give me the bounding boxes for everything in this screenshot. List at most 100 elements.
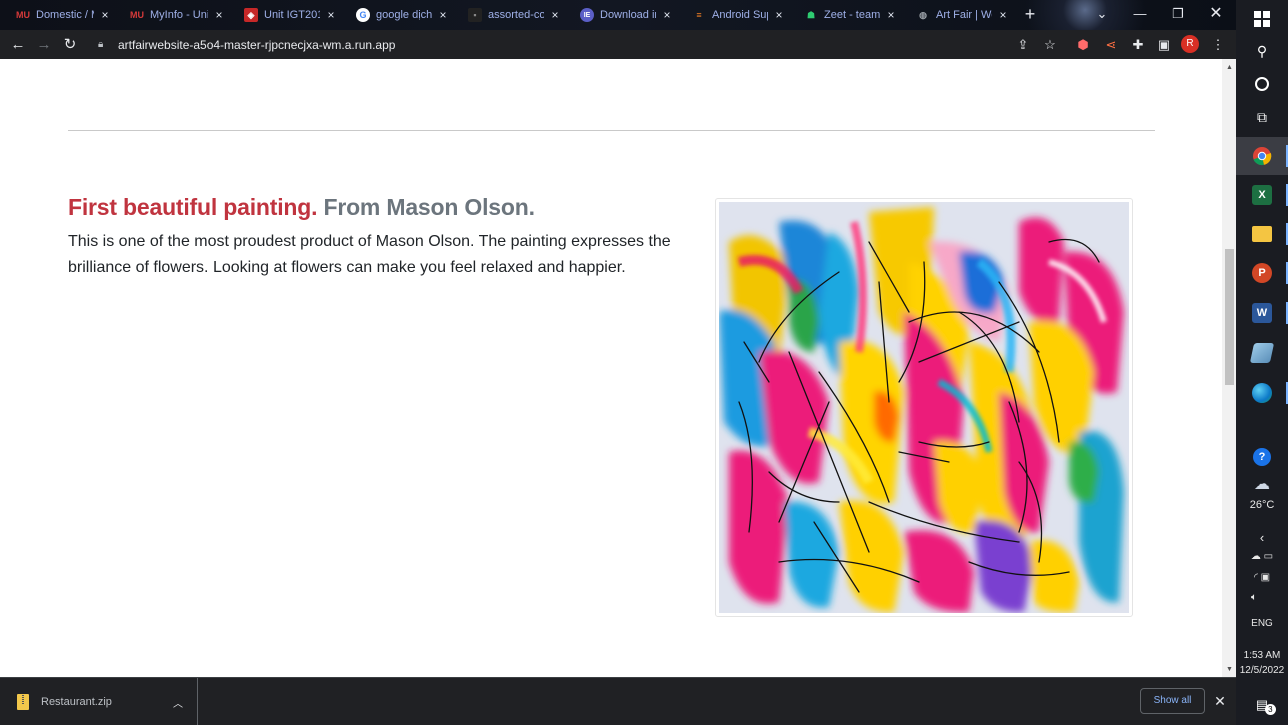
notes-taskbar-button[interactable] [1236, 334, 1288, 372]
task-view-button[interactable]: ⧉ [1236, 98, 1288, 136]
folder-icon [1252, 226, 1272, 242]
show-all-button[interactable]: Show all [1140, 688, 1205, 714]
share-icon[interactable]: ⇪ [1010, 30, 1036, 59]
section-divider [68, 130, 1155, 131]
close-window-button[interactable]: ✕ [1198, 0, 1234, 30]
reload-icon[interactable]: ↻ [57, 32, 83, 58]
close-download-shelf-icon[interactable]: ✕ [1212, 691, 1228, 711]
edge-icon [1252, 383, 1272, 403]
tab-unit[interactable]: ◈ Unit IGT201 × [232, 0, 344, 30]
url-text[interactable]: artfairwebsite-a5o4-master-rjpcnecjxa-wm… [118, 38, 395, 52]
download-item[interactable]: Restaurant.zip ︿ [0, 678, 198, 725]
tab-label: MyInfo - Uni [150, 9, 208, 21]
volume-icon[interactable]: 🔈︎ [1228, 592, 1280, 603]
web-page: First beautiful painting. From Mason Ols… [0, 59, 1222, 677]
chevron-up-icon[interactable]: ︿ [173, 695, 183, 710]
stackoverflow-icon: ≡ [696, 10, 702, 20]
chrome-taskbar-button[interactable] [1236, 137, 1288, 175]
notification-center-button[interactable]: ▤ 3 [1236, 688, 1288, 722]
close-icon[interactable]: × [548, 8, 562, 22]
tab-label: Art Fair | Wel [936, 9, 992, 21]
address-bar[interactable]: 🔒︎ artfairwebsite-a5o4-master-rjpcnecjxa… [92, 33, 1064, 56]
windows-logo-icon [1254, 11, 1270, 27]
tab-myinfo[interactable]: MU MyInfo - Uni × [118, 0, 232, 30]
menu-kebab-icon[interactable]: ⋮ [1205, 30, 1231, 59]
forward-arrow-icon[interactable]: → [31, 32, 57, 58]
show-hidden-icons-chevron-icon[interactable]: ‹ [1236, 530, 1288, 545]
excel-taskbar-button[interactable]: X [1236, 176, 1288, 214]
lock-icon: 🔒︎ [98, 39, 104, 50]
extension-share-icon[interactable]: ⋖ [1098, 30, 1124, 59]
close-icon[interactable]: × [660, 8, 674, 22]
tab-label: Domestic / M [36, 9, 94, 21]
tab-google-dich[interactable]: G google dịch × [344, 0, 456, 30]
painting-image-frame [715, 198, 1133, 617]
task-view-icon: ⧉ [1257, 108, 1267, 125]
powerpoint-icon: P [1252, 263, 1272, 283]
restore-button[interactable]: ❐ [1160, 0, 1196, 30]
tab-download[interactable]: IE Download im × [568, 0, 680, 30]
painting-description: This is one of the most proudest product… [68, 233, 671, 276]
back-arrow-icon[interactable]: ← [5, 32, 31, 58]
heading-muted: From Mason Olson. [317, 194, 535, 220]
close-icon[interactable]: × [98, 8, 112, 22]
help-tray-button[interactable]: ? [1236, 438, 1288, 476]
tab-label: assorted-col [488, 9, 544, 21]
close-icon[interactable]: × [212, 8, 226, 22]
download-shelf: Restaurant.zip ︿ Show all ✕ [0, 677, 1236, 725]
tab-zeet[interactable]: ☗ Zeet - team- × [792, 0, 904, 30]
tab-label: Download im [600, 9, 656, 21]
shield-icon: ◈ [244, 8, 258, 22]
word-taskbar-button[interactable]: W [1236, 294, 1288, 332]
clock-time[interactable]: 1:53 AM [1236, 650, 1288, 661]
powerpoint-taskbar-button[interactable]: P [1236, 254, 1288, 292]
search-icon: ⚲ [1256, 42, 1268, 59]
scroll-down-arrow-icon[interactable]: ▼ [1225, 665, 1234, 674]
notebook-icon [1249, 343, 1275, 363]
tab-label: Unit IGT201 [264, 9, 320, 21]
edge-taskbar-button[interactable] [1236, 374, 1288, 412]
mu-logo-icon: MU [130, 10, 144, 20]
weather-widget[interactable]: ☁ [1236, 472, 1288, 496]
tab-search-icon[interactable]: ⌄ [1084, 0, 1120, 30]
extension-record-icon[interactable]: ⬢ [1070, 30, 1096, 59]
chrome-icon [1253, 147, 1272, 166]
clock-date[interactable]: 12/5/2022 [1236, 665, 1288, 676]
side-panel-icon[interactable]: ▣ [1151, 30, 1177, 59]
help-question-icon: ? [1253, 448, 1271, 466]
google-icon: G [356, 8, 370, 22]
tab-label: Android Sup [712, 9, 768, 21]
windows-taskbar: ⚲ ⧉ X P W ? ☁ 26°C ‹ ☁ ▭ ◜ ▣ 🔈︎ ENG 1:53… [1236, 0, 1288, 725]
close-icon[interactable]: × [884, 8, 898, 22]
page-scrollbar[interactable]: ▲ ▼ [1222, 59, 1236, 677]
download-file-name: Restaurant.zip [41, 696, 112, 708]
extensions-puzzle-icon[interactable]: ✚ [1125, 30, 1151, 59]
scroll-thumb[interactable] [1225, 249, 1234, 385]
abstract-painting-image [719, 202, 1129, 613]
scroll-up-arrow-icon[interactable]: ▲ [1225, 63, 1234, 72]
tab-domestic[interactable]: MU Domestic / M × [4, 0, 118, 30]
zip-file-icon [17, 694, 29, 710]
close-icon[interactable]: × [996, 8, 1010, 22]
tab-art-fair[interactable]: ◍ Art Fair | Wel × [904, 0, 1016, 30]
tab-assorted[interactable]: ▪ assorted-col × [456, 0, 568, 30]
notification-count-badge: 3 [1264, 704, 1276, 715]
mu-logo-icon: MU [16, 10, 30, 20]
language-indicator[interactable]: ENG [1236, 618, 1288, 629]
close-icon[interactable]: × [324, 8, 338, 22]
tab-android[interactable]: ≡ Android Sup × [680, 0, 792, 30]
wifi-security-icons[interactable]: ◜ ▣ [1236, 572, 1288, 583]
weather-temperature[interactable]: 26°C [1236, 499, 1288, 511]
screen: MU Domestic / M × MU MyInfo - Uni × ◈ Un… [0, 0, 1288, 725]
onedrive-battery-icons[interactable]: ☁ ▭ [1236, 551, 1288, 562]
close-icon[interactable]: × [436, 8, 450, 22]
close-icon[interactable]: × [772, 8, 786, 22]
new-tab-button[interactable]: + [1020, 4, 1040, 24]
image-icon: ▪ [468, 8, 482, 22]
ie-logo-icon: IE [580, 8, 594, 22]
bookmark-star-icon[interactable]: ☆ [1037, 30, 1063, 59]
excel-icon: X [1252, 185, 1272, 205]
minimize-button[interactable]: — [1122, 0, 1158, 30]
file-explorer-taskbar-button[interactable] [1236, 215, 1288, 253]
profile-avatar[interactable]: R [1181, 35, 1199, 53]
